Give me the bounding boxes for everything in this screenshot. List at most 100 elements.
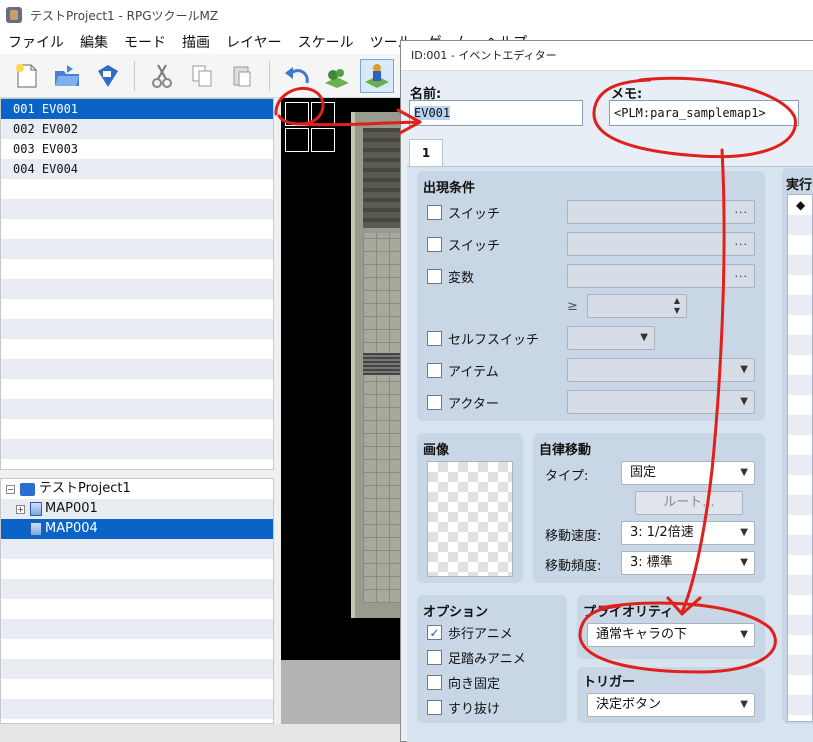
tree-map-map004[interactable]: MAP004	[1, 519, 273, 539]
event-grid-cell[interactable]	[285, 128, 309, 152]
undo-icon[interactable]	[280, 59, 314, 93]
list-item	[1, 319, 273, 339]
tab-page-1[interactable]: 1	[409, 139, 443, 167]
movement-frequency-select[interactable]: 3: 標準 ▼	[621, 551, 755, 575]
movement-type-value: 固定	[630, 465, 657, 480]
list-item	[1, 419, 273, 439]
chevron-down-icon: ▼	[740, 557, 748, 568]
map-canvas[interactable]	[281, 98, 401, 660]
event-row-ev003[interactable]: 003 EV003	[1, 139, 273, 159]
contents-list[interactable]: ◆	[787, 194, 813, 722]
new-project-icon[interactable]	[10, 59, 44, 93]
cut-icon[interactable]	[145, 59, 179, 93]
frequency-label: 移動頻度:	[545, 559, 602, 574]
event-row-ev004[interactable]: 004 EV004	[1, 159, 273, 179]
expand-toggle-icon[interactable]: +	[16, 504, 25, 514]
actor-label: アクター	[448, 397, 499, 412]
map-mode-icon[interactable]	[320, 59, 354, 93]
route-button[interactable]: ルート...	[635, 491, 743, 515]
map-canvas-margin	[281, 660, 401, 724]
event-grid-cell[interactable]	[311, 128, 335, 152]
list-item	[1, 659, 273, 679]
tree-map-map001[interactable]: + MAP001	[1, 499, 273, 519]
open-project-icon[interactable]	[50, 59, 84, 93]
menu-layer[interactable]: レイヤー	[218, 32, 290, 52]
event-row-ev002[interactable]: 002 EV002	[1, 119, 273, 139]
character-image-box[interactable]	[427, 461, 513, 577]
map-label: MAP001	[45, 501, 98, 516]
conditions-title: 出現条件	[423, 181, 476, 196]
event-mode-icon[interactable]	[360, 58, 394, 93]
priority-select[interactable]: 通常キャラの下 ▼	[587, 623, 755, 647]
movement-speed-select[interactable]: 3: 1/2倍速 ▼	[621, 521, 755, 545]
list-item	[1, 599, 273, 619]
project-label: テストProject1	[39, 481, 131, 496]
dialog-title: ID:001 - イベントエディター	[401, 41, 813, 71]
item-checkbox[interactable]	[427, 363, 442, 378]
ellipsis-icon: ...	[734, 267, 748, 280]
menu-scale[interactable]: スケール	[290, 32, 362, 52]
chevron-down-icon: ▼	[740, 527, 748, 538]
item-label: アイテム	[448, 365, 499, 380]
switch1-checkbox-row[interactable]: スイッチ	[427, 203, 500, 222]
ellipsis-icon: ...	[734, 203, 748, 216]
map-stairs-tiles	[363, 353, 401, 375]
trigger-select[interactable]: 決定ボタン ▼	[587, 693, 755, 717]
save-project-icon[interactable]	[90, 59, 124, 93]
menu-file[interactable]: ファイル	[0, 32, 72, 52]
movement-frequency-value: 3: 標準	[630, 555, 673, 570]
paste-icon[interactable]	[225, 59, 259, 93]
copy-icon[interactable]	[185, 59, 219, 93]
item-select: ▼	[567, 358, 755, 382]
through-checkbox[interactable]	[427, 700, 442, 715]
movement-speed-value: 3: 1/2倍速	[630, 525, 694, 540]
menu-draw[interactable]: 描画	[174, 32, 218, 52]
switch2-checkbox-row[interactable]: スイッチ	[427, 235, 500, 254]
switch2-checkbox[interactable]	[427, 237, 442, 252]
actor-checkbox-row[interactable]: アクター	[427, 393, 499, 412]
actor-checkbox[interactable]	[427, 395, 442, 410]
autonomous-movement-group: 自律移動 タイプ: 固定 ▼ ルート... 移動速度: 3: 1/2倍速 ▼ 移…	[533, 433, 765, 583]
event-grid-cell[interactable]	[311, 102, 335, 126]
list-item	[1, 339, 273, 359]
chevron-down-icon: ▼	[740, 699, 748, 710]
menu-mode[interactable]: モード	[116, 32, 174, 52]
stepping-anim-checkbox[interactable]	[427, 650, 442, 665]
map-stone-tiles	[363, 128, 401, 228]
self-switch-checkbox[interactable]	[427, 331, 442, 346]
walking-anim-checkbox[interactable]: ✓	[427, 625, 442, 640]
switch1-checkbox[interactable]	[427, 205, 442, 220]
item-checkbox-row[interactable]: アイテム	[427, 361, 499, 380]
map-tree[interactable]: − テストProject1 + MAP001 MAP004	[0, 478, 274, 724]
collapse-toggle-icon[interactable]: −	[6, 484, 15, 494]
variable-checkbox[interactable]	[427, 269, 442, 284]
options-group: オプション ✓ 歩行アニメ 足踏みアニメ 向き固定 すり抜け	[417, 595, 567, 723]
event-grid-cell[interactable]	[285, 102, 309, 126]
movement-type-select[interactable]: 固定 ▼	[621, 461, 755, 485]
name-input[interactable]: EV001	[409, 100, 583, 126]
type-label: タイプ:	[545, 469, 589, 484]
through-row[interactable]: すり抜け	[427, 698, 500, 717]
list-item	[1, 699, 273, 719]
name-value: EV001	[414, 106, 451, 120]
walking-anim-row[interactable]: ✓ 歩行アニメ	[427, 623, 513, 642]
event-row-ev001[interactable]: 001 EV001	[1, 99, 273, 119]
memo-input[interactable]: <PLM:para_samplemap1>	[609, 100, 799, 126]
variable-label: 変数	[448, 271, 475, 286]
chevron-down-icon: ▼	[740, 467, 748, 478]
self-switch-checkbox-row[interactable]: セルフスイッチ	[427, 329, 539, 348]
tree-project[interactable]: − テストProject1	[1, 479, 273, 499]
window-titlebar: テストProject1 - RPGツクールMZ	[0, 0, 813, 30]
image-group: 画像	[417, 433, 523, 583]
variable-checkbox-row[interactable]: 変数	[427, 267, 474, 286]
event-list[interactable]: 001 EV001 002 EV002 003 EV003 004 EV004	[0, 98, 274, 470]
direction-fix-checkbox[interactable]	[427, 675, 442, 690]
menu-edit[interactable]: 編集	[72, 32, 116, 52]
priority-value: 通常キャラの下	[596, 627, 688, 642]
direction-fix-row[interactable]: 向き固定	[427, 673, 500, 692]
stepping-anim-row[interactable]: 足踏みアニメ	[427, 648, 526, 667]
list-item	[1, 259, 273, 279]
variable-value-spinner: ▲ ▼	[587, 294, 687, 318]
list-item	[1, 559, 273, 579]
contents-first-item[interactable]: ◆	[788, 195, 812, 215]
